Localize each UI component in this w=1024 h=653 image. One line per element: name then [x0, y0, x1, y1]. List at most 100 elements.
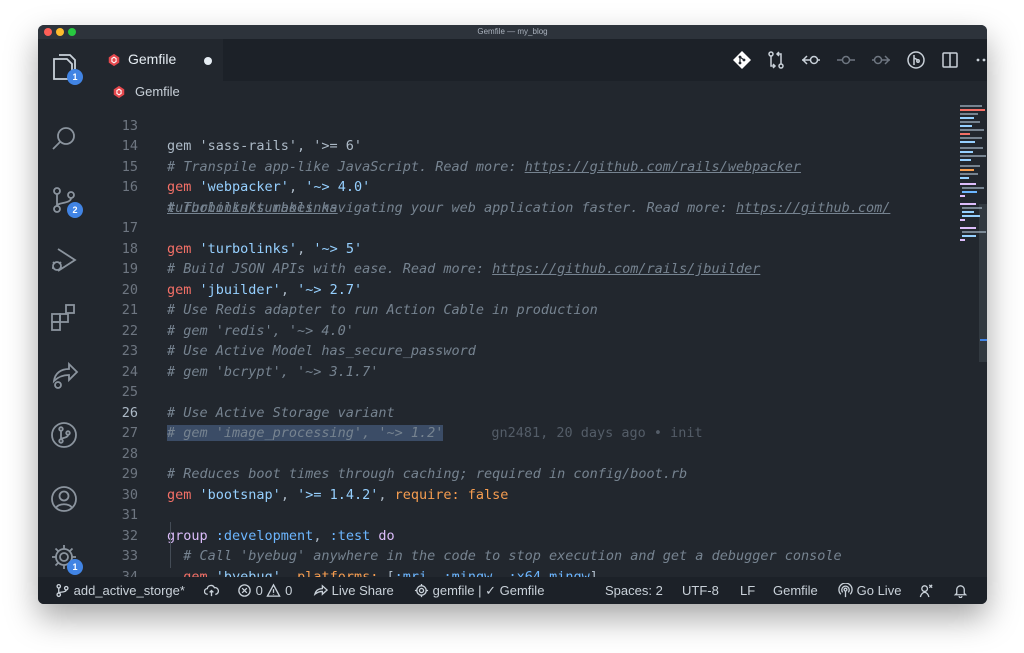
- error-count: 0: [255, 583, 263, 598]
- minimap[interactable]: [960, 103, 987, 577]
- ruby-file-icon: [108, 53, 120, 67]
- explorer-icon[interactable]: 1: [48, 51, 83, 85]
- minimap-line: [960, 195, 965, 197]
- breadcrumb-file[interactable]: Gemfile: [135, 84, 180, 99]
- split-editor-icon[interactable]: [940, 50, 960, 70]
- problems-status[interactable]: 0 0: [237, 577, 292, 604]
- task-status[interactable]: gemfile | ✓ Gemfile: [414, 577, 544, 604]
- warning-icon: [266, 583, 282, 597]
- minimap-line: [962, 215, 980, 217]
- minimap-line: [960, 177, 969, 179]
- more-actions-icon[interactable]: [974, 50, 987, 70]
- git-branch-icon: [56, 583, 69, 598]
- code-line-wrap: turbolinks/turbolinks: [90, 177, 960, 216]
- scrollbar-cursor-marker: [980, 339, 987, 341]
- code-line: 28 # Reduces boot times through caching;…: [90, 423, 960, 483]
- code-line: 27: [90, 403, 960, 441]
- live-share-icon[interactable]: [48, 359, 80, 391]
- notifications-status[interactable]: [953, 577, 968, 604]
- branch-name: add_active_storge*: [73, 583, 185, 598]
- code-line: 30: [90, 464, 960, 503]
- code-line: 35: [90, 567, 960, 578]
- minimap-line: [962, 211, 974, 213]
- feedback-status[interactable]: [919, 577, 934, 604]
- code-line: 20 # Use Redis adapter to run Action Cab…: [90, 259, 960, 319]
- minimap-line: [960, 117, 974, 119]
- previous-revision-icon[interactable]: [801, 50, 821, 70]
- code-line: 23 # gem 'bcrypt', '~> 3.1.7': [90, 321, 960, 380]
- live-share-icon: [313, 584, 329, 596]
- next-revision-icon[interactable]: [871, 50, 891, 70]
- minimap-line: [960, 113, 978, 115]
- minimap-line: [960, 151, 973, 153]
- indentation-status[interactable]: Spaces: 2: [605, 577, 663, 604]
- minimap-line: [960, 183, 976, 185]
- sync-status[interactable]: [203, 577, 220, 604]
- code-line: 13 gem 'sass-rails', '>= 6': [90, 103, 960, 155]
- activity-bar: 1 2 1: [38, 39, 90, 577]
- settings-gear-icon[interactable]: 1: [48, 541, 83, 575]
- ruby-file-icon: [113, 85, 125, 99]
- code-line: 17 gem 'turbolinks', '~> 5': [90, 198, 960, 257]
- code-line: 19 gem 'jbuilder', '~> 2.7': [90, 239, 960, 298]
- broadcast-icon: [838, 582, 853, 598]
- accounts-icon[interactable]: [48, 483, 80, 515]
- explorer-badge: 1: [67, 69, 83, 85]
- eol-status[interactable]: LF: [740, 577, 755, 604]
- title-bar: Gemfile — my_blog: [38, 25, 987, 39]
- minimap-line: [960, 155, 986, 157]
- minimap-line: [960, 159, 971, 161]
- code-line: 29 gem 'bootsnap', '>= 1.4.2', require: …: [90, 444, 960, 503]
- bell-icon: [953, 585, 968, 599]
- code-line: 14 # Transpile app-like JavaScript. Read…: [90, 116, 960, 175]
- error-icon: [238, 584, 251, 597]
- status-bar: add_active_storge* 0 0 Live Share gemfil…: [38, 577, 987, 604]
- live-share-status[interactable]: Live Share: [313, 577, 394, 604]
- minimap-line: [960, 165, 980, 167]
- vscode-window: Gemfile — my_blog 1 2 1 Gemfile Gemfile …: [38, 25, 987, 604]
- minimap-line: [960, 203, 976, 205]
- git-icon[interactable]: [732, 50, 752, 70]
- go-live-label: Go Live: [856, 583, 902, 598]
- minimap-line: [960, 133, 970, 135]
- minimap-line: [962, 235, 976, 237]
- code-line: 34 end: [90, 546, 960, 578]
- settings-badge: 1: [67, 559, 83, 575]
- minimap-line: [960, 121, 980, 123]
- branch-status[interactable]: add_active_storge*: [55, 577, 185, 604]
- encoding-status[interactable]: UTF-8: [682, 577, 719, 604]
- minimap-line: [960, 239, 965, 241]
- minimap-line: [960, 141, 975, 143]
- minimap-line: [960, 105, 982, 107]
- source-control-icon[interactable]: 2: [48, 184, 83, 218]
- code-editor[interactable]: 13 gem 'sass-rails', '>= 6' 14 # Transpi…: [90, 103, 960, 577]
- tab-bar: Gemfile: [90, 39, 987, 81]
- code-line: 32 # Call 'byebug' anywhere in the code …: [90, 505, 960, 565]
- open-changes-icon[interactable]: [766, 50, 786, 70]
- breadcrumb: Gemfile: [90, 81, 987, 103]
- git-lens-icon[interactable]: [906, 50, 926, 70]
- extensions-icon[interactable]: [48, 301, 80, 333]
- minimap-line: [960, 227, 976, 229]
- code-line: 22 # Use Active Model has_secure_passwor…: [90, 300, 960, 360]
- tab-label: Gemfile: [128, 51, 177, 67]
- commit-icon[interactable]: [836, 50, 856, 70]
- go-live-status[interactable]: Go Live: [838, 577, 901, 604]
- search-icon[interactable]: [48, 123, 80, 155]
- window-title: Gemfile — my_blog: [477, 27, 548, 36]
- gear-icon: [414, 583, 429, 598]
- language-mode-status[interactable]: Gemfile: [773, 577, 818, 604]
- unsaved-dot-icon[interactable]: [204, 57, 212, 65]
- minimap-line: [960, 219, 965, 221]
- git-graph-icon[interactable]: [48, 419, 80, 451]
- run-debug-icon[interactable]: [48, 244, 80, 276]
- tab-gemfile[interactable]: Gemfile: [90, 39, 223, 81]
- code-line: 21 # gem 'redis', '~> 4.0': [90, 280, 960, 339]
- code-line: 24: [90, 341, 960, 380]
- code-line: 18 # Build JSON APIs with ease. Read mor…: [90, 218, 960, 278]
- code-line-current: 26 # gem 'image_processing', '~> 1.2' gn2…: [90, 382, 960, 441]
- source-control-badge: 2: [67, 202, 83, 218]
- minimap-line: [960, 109, 985, 111]
- code-line: 25 # Use Active Storage variant: [90, 362, 960, 421]
- minimap-line: [962, 191, 977, 193]
